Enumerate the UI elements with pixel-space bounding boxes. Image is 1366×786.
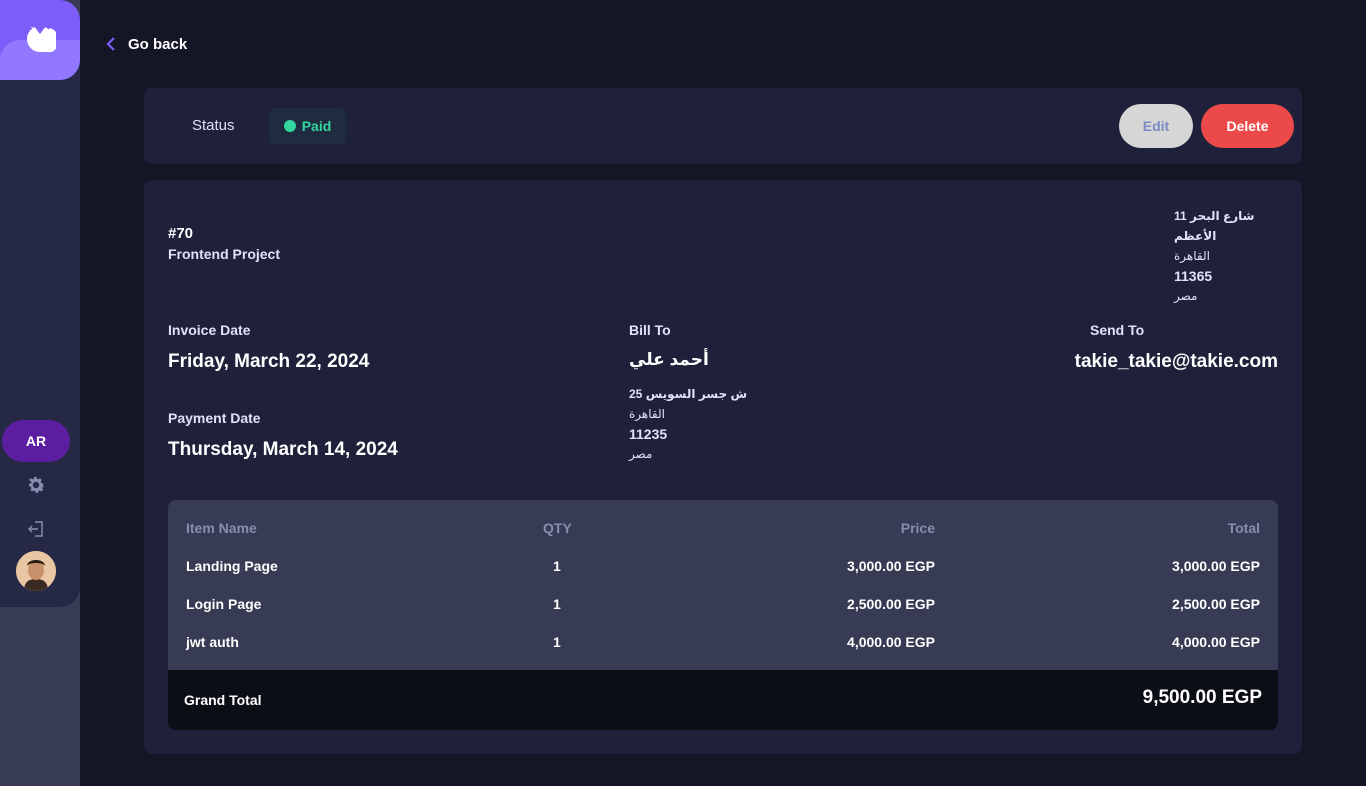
items-table: Item Name QTY Price Total Landing Page 1… xyxy=(168,500,1278,730)
invoice-card: #70 Frontend Project 11 شارع البحر الأعظ… xyxy=(144,180,1302,754)
status-value: Paid xyxy=(301,118,332,134)
bill-to-label: Bill To xyxy=(629,322,671,338)
client-country: مصر xyxy=(629,447,653,461)
status-label: Status xyxy=(192,117,235,134)
status-bar: Status Paid Edit Delete xyxy=(144,88,1302,164)
row-2-qty: 1 xyxy=(553,596,561,612)
row-2-total: 2,500.00 EGP xyxy=(1172,596,1260,612)
row-3-name: jwt auth xyxy=(186,634,239,650)
edit-button[interactable]: Edit xyxy=(1119,104,1193,148)
grand-total-label: Grand Total xyxy=(184,692,262,708)
client-street: 25 ش جسر السويس xyxy=(629,387,748,401)
header-qty: QTY xyxy=(543,520,572,536)
sidebar-panel xyxy=(0,0,80,607)
grand-total-bar: Grand Total 9,500.00 EGP xyxy=(168,670,1278,730)
row-2-name: Login Page xyxy=(186,596,262,612)
payment-date: Thursday, March 14, 2024 xyxy=(168,439,398,460)
gear-icon[interactable] xyxy=(25,474,47,496)
logout-icon[interactable] xyxy=(26,519,46,539)
avatar[interactable] xyxy=(16,551,56,591)
row-3-qty: 1 xyxy=(553,634,561,650)
invoice-date: Friday, March 22, 2024 xyxy=(168,351,370,372)
items-table-body: Item Name QTY Price Total Landing Page 1… xyxy=(168,500,1278,670)
app-logo[interactable] xyxy=(0,0,80,80)
client-postcode: 11235 xyxy=(629,426,668,442)
row-1-qty: 1 xyxy=(553,558,561,574)
client-name: أحمد علي xyxy=(629,350,709,369)
sender-postcode: 11365 xyxy=(1174,268,1213,284)
client-city: القاهرة xyxy=(629,407,665,421)
grand-total-value: 9,500.00 EGP xyxy=(1142,687,1262,708)
invoice-date-label: Invoice Date xyxy=(168,322,251,338)
status-badge: Paid xyxy=(269,108,346,144)
row-1-name: Landing Page xyxy=(186,558,278,574)
user-avatar-image xyxy=(16,551,56,591)
delete-button[interactable]: Delete xyxy=(1201,104,1294,148)
client-address: 25 ش جسر السويس القاهرة 11235 مصر xyxy=(629,384,747,464)
row-2-price: 2,500.00 EGP xyxy=(847,596,935,612)
logo-icon xyxy=(27,26,56,52)
invoice-description: Frontend Project xyxy=(168,246,281,262)
status-dot-icon xyxy=(283,120,296,132)
row-1-total: 3,000.00 EGP xyxy=(1172,558,1260,574)
client-email: takie_takie@takie.com xyxy=(1074,351,1278,372)
sidebar: AR xyxy=(0,0,80,786)
payment-date-label: Payment Date xyxy=(168,410,261,426)
send-to-label: Send To xyxy=(1090,322,1145,338)
row-3-price: 4,000.00 EGP xyxy=(847,634,935,650)
sender-city: القاهرة xyxy=(1174,249,1210,263)
chevron-left-icon xyxy=(106,37,115,51)
sender-street: 11 شارع البحر الأعظم xyxy=(1174,209,1255,243)
row-1-price: 3,000.00 EGP xyxy=(847,558,935,574)
header-total: Total xyxy=(1227,520,1260,536)
go-back-label: Go back xyxy=(128,35,188,53)
go-back-link[interactable]: Go back xyxy=(106,32,187,56)
header-price: Price xyxy=(900,520,935,536)
language-toggle-button[interactable]: AR xyxy=(2,420,70,462)
row-3-total: 4,000.00 EGP xyxy=(1172,634,1260,650)
sender-country: مصر xyxy=(1174,289,1198,303)
header-item-name: Item Name xyxy=(186,520,257,536)
invoice-id: #70 xyxy=(168,225,194,242)
sender-address: 11 شارع البحر الأعظم القاهرة 11365 مصر xyxy=(1174,206,1278,306)
